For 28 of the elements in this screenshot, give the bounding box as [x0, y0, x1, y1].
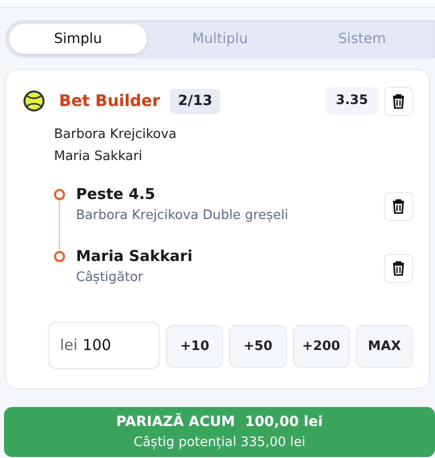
participant-name: Barbora Krejcikova — [54, 126, 178, 144]
selection-detail: Câștigător — [76, 269, 144, 287]
trash-icon — [392, 199, 405, 214]
participant-name: Maria Sakkari — [54, 148, 144, 166]
delete-button[interactable] — [384, 254, 413, 283]
trash-icon — [392, 261, 405, 276]
potential-win: Câștig potențial 335,00 lei — [134, 434, 306, 452]
currency-label: lei — [60, 335, 78, 356]
selection-marker-icon — [54, 251, 65, 262]
market-name: Maria Sakkari — [76, 246, 194, 266]
bet-builder-title: Bet Builder — [59, 90, 160, 112]
bet-type-tab[interactable]: Simplu — [9, 24, 147, 54]
delete-button[interactable] — [384, 86, 413, 116]
button-label: PARIAZĂ ACUM 100,00 lei — [116, 412, 323, 432]
selection-count: 2/13 — [170, 88, 220, 114]
stake-value: 100 — [82, 335, 112, 356]
quick-stake-button[interactable]: +10 — [166, 325, 224, 368]
stake-field[interactable]: lei 100 — [48, 322, 160, 369]
selection-marker-icon — [54, 189, 65, 200]
trash-icon — [392, 94, 405, 108]
selection-detail: Barbora Krejcikova Duble greșeli — [76, 207, 290, 225]
quick-stake-button[interactable]: +200 — [292, 325, 350, 368]
market-name: Peste 4.5 — [76, 184, 156, 204]
tennis-ball-icon — [23, 90, 45, 112]
delete-button[interactable] — [384, 192, 413, 221]
quick-stake-button[interactable]: MAX — [356, 325, 414, 368]
quick-stake-button[interactable]: +50 — [229, 325, 287, 368]
odds: 3.35 — [326, 87, 378, 115]
